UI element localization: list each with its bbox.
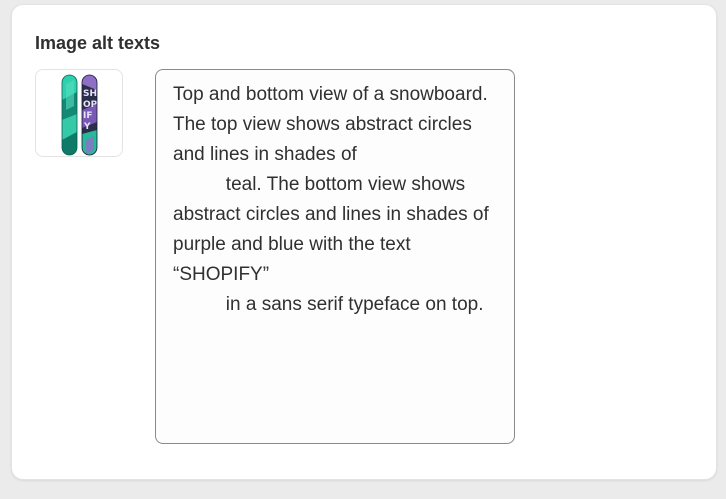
svg-text:Y: Y (83, 122, 91, 132)
snowboard-icon: SH OP IF Y (61, 74, 98, 156)
image-alt-texts-card: Image alt texts SH OP IF Y Top and botto… (11, 4, 717, 480)
alt-text-field[interactable]: Top and bottom view of a snowboard. The … (155, 69, 515, 444)
card-title: Image alt texts (35, 33, 161, 53)
svg-text:OP: OP (83, 100, 98, 110)
product-image-thumbnail[interactable]: SH OP IF Y (35, 69, 123, 157)
svg-text:IF: IF (83, 111, 93, 121)
svg-text:SH: SH (83, 89, 97, 99)
